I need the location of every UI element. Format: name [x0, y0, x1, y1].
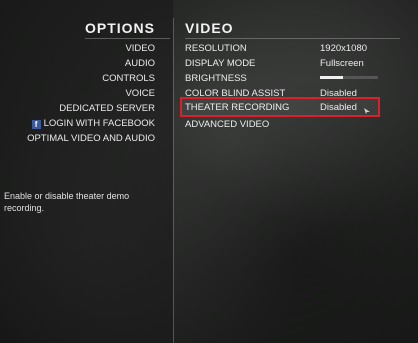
setting-value: 1920x1080	[320, 43, 368, 54]
brightness-slider-fill	[320, 76, 344, 79]
nav-item-login-with-facebook[interactable]: f LOGIN WITH FACEBOOK	[31, 118, 155, 129]
setting-row-display-mode[interactable]: DISPLAY MODE Fullscreen	[185, 57, 395, 70]
setting-row-brightness[interactable]: BRIGHTNESS	[185, 72, 395, 85]
options-title: OPTIONS	[84, 20, 155, 36]
setting-row-color-blind-assist[interactable]: COLOR BLIND ASSIST Disabled	[185, 87, 395, 100]
nav-item-voice[interactable]: VOICE	[125, 88, 155, 99]
nav-item-controls[interactable]: CONTROLS	[102, 73, 155, 84]
nav-item-video[interactable]: VIDEO	[125, 43, 155, 54]
mouse-cursor-icon	[364, 108, 370, 114]
setting-label: DISPLAY MODE	[185, 58, 256, 69]
nav-item-dedicated-server[interactable]: DEDICATED SERVER	[59, 103, 155, 114]
setting-label: RESOLUTION	[185, 43, 247, 54]
setting-row-advanced-video[interactable]: ADVANCED VIDEO	[185, 118, 395, 131]
facebook-icon: f	[31, 120, 41, 129]
setting-value: Fullscreen	[320, 58, 364, 69]
nav-item-audio[interactable]: AUDIO	[125, 58, 155, 69]
setting-value: Disabled	[320, 88, 357, 99]
video-title-rule	[185, 38, 400, 39]
setting-label: THEATER RECORDING	[185, 102, 290, 113]
video-title: VIDEO	[185, 20, 234, 36]
nav-item-optimal-video-and-audio[interactable]: OPTIMAL VIDEO AND AUDIO	[27, 133, 155, 144]
setting-label: ADVANCED VIDEO	[185, 119, 270, 130]
panel-divider	[173, 18, 174, 343]
setting-label: BRIGHTNESS	[185, 73, 247, 84]
setting-label: COLOR BLIND ASSIST	[185, 88, 286, 99]
brightness-slider[interactable]	[320, 76, 378, 79]
setting-value: Disabled	[320, 102, 357, 113]
setting-row-resolution[interactable]: RESOLUTION 1920x1080	[185, 42, 395, 55]
option-description: Enable or disable theater demo recording…	[4, 191, 130, 213]
options-title-rule	[85, 38, 170, 39]
